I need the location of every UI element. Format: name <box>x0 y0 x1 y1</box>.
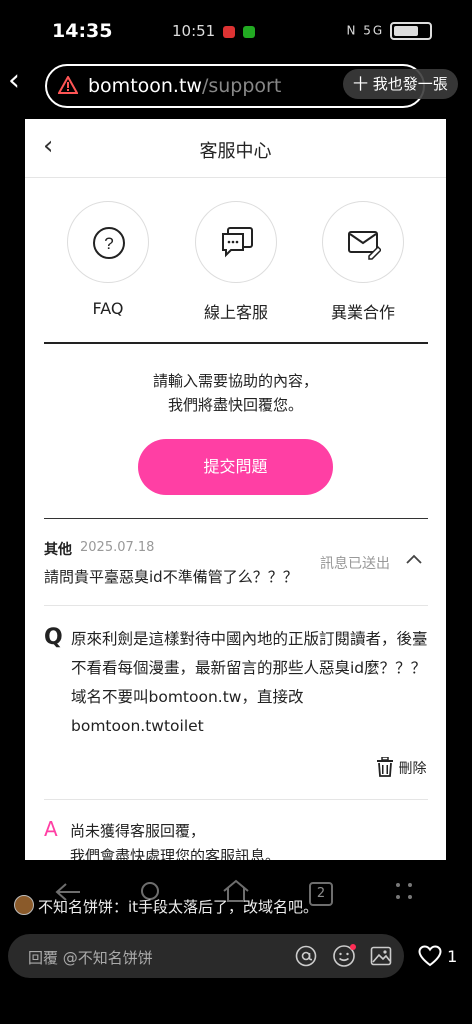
delete-label: 刪除 <box>398 761 427 777</box>
reply-placeholder[interactable]: 回覆 @不知名饼饼 <box>28 947 153 968</box>
inquiry-status: 訊息已送出 <box>320 556 390 572</box>
divider <box>44 605 428 606</box>
image-icon[interactable] <box>370 945 392 967</box>
live-support-label[interactable]: 線上客服 <box>176 299 296 323</box>
inquiry-title[interactable]: 請問貴平臺惡臭id不準備管了么？？？ <box>44 566 298 587</box>
divider <box>44 518 428 519</box>
status-time: 14:35 <box>52 20 113 42</box>
divider <box>44 799 428 800</box>
submit-question-button[interactable]: 提交問題 <box>138 439 333 495</box>
faq-label[interactable]: FAQ <box>48 299 168 318</box>
divider <box>44 342 428 344</box>
battery-icon <box>390 22 432 40</box>
network-icons: N 5G <box>346 23 385 38</box>
live-support-button[interactable] <box>195 201 277 283</box>
webpage: ‹ 客服中心 ? FAQ 線上客服 異業合作 請輸入需要協助的內容， 我們將盡快… <box>25 119 446 860</box>
help-text-2: 我們將盡快回覆您。 <box>167 396 303 414</box>
heart-icon <box>418 945 442 967</box>
answer-line-2: 我們會盡快處理您的客服訊息。 <box>70 847 281 860</box>
app-notification-icon <box>223 25 236 38</box>
like-button[interactable]: 1 <box>418 945 457 967</box>
partnership-label[interactable]: 異業合作 <box>303 299 423 323</box>
url-text[interactable]: bomtoon.tw/support <box>88 75 281 97</box>
help-text-1: 請輸入需要協助的內容， <box>152 372 318 390</box>
page-header: ‹ 客服中心 <box>25 119 446 178</box>
mention-icon[interactable] <box>295 945 317 967</box>
back-icon[interactable]: ‹ <box>8 66 20 96</box>
page-title: 客服中心 <box>199 141 272 162</box>
avatar[interactable] <box>14 895 34 915</box>
like-count: 1 <box>447 947 458 966</box>
secondary-time: 10:51 <box>172 22 216 40</box>
trash-icon <box>377 756 393 777</box>
status-secondary: 10:51 <box>172 22 255 40</box>
question-body: 原來利劍是這樣對待中國內地的正版訂閱讀者，後臺不看看每個漫畫，最新留言的那些人惡… <box>71 630 428 735</box>
answer-body: 尚未獲得客服回覆， 我們會盡快處理您的客服訊息。 <box>70 819 280 860</box>
chevron-up-icon[interactable] <box>406 549 422 568</box>
nav-more-icon[interactable] <box>394 881 414 901</box>
answer-mark-label: A <box>44 817 58 841</box>
inquiry-category: 其他 <box>44 542 72 558</box>
question-icon: ? <box>93 227 125 259</box>
svg-text:?: ? <box>104 234 113 253</box>
repost-button[interactable]: 十 我也發一張 <box>343 69 458 99</box>
faq-button[interactable]: ? <box>67 201 149 283</box>
delete-button[interactable]: 刪除 <box>376 756 427 778</box>
question-mark-label: Q <box>44 625 63 650</box>
comment-text: 不知名饼饼：it手段太落后了，改域名吧。 <box>38 898 319 916</box>
status-icons: N 5G <box>346 22 432 40</box>
warning-icon <box>58 76 78 94</box>
emoji-icon[interactable] <box>332 944 356 968</box>
inquiry-date: 2025.07.18 <box>80 540 155 555</box>
partnership-button[interactable] <box>322 201 404 283</box>
wechat-icon <box>242 25 255 38</box>
chat-icon <box>222 227 253 258</box>
answer-line-1: 尚未獲得客服回覆， <box>70 822 206 840</box>
mail-edit-icon <box>348 231 381 260</box>
